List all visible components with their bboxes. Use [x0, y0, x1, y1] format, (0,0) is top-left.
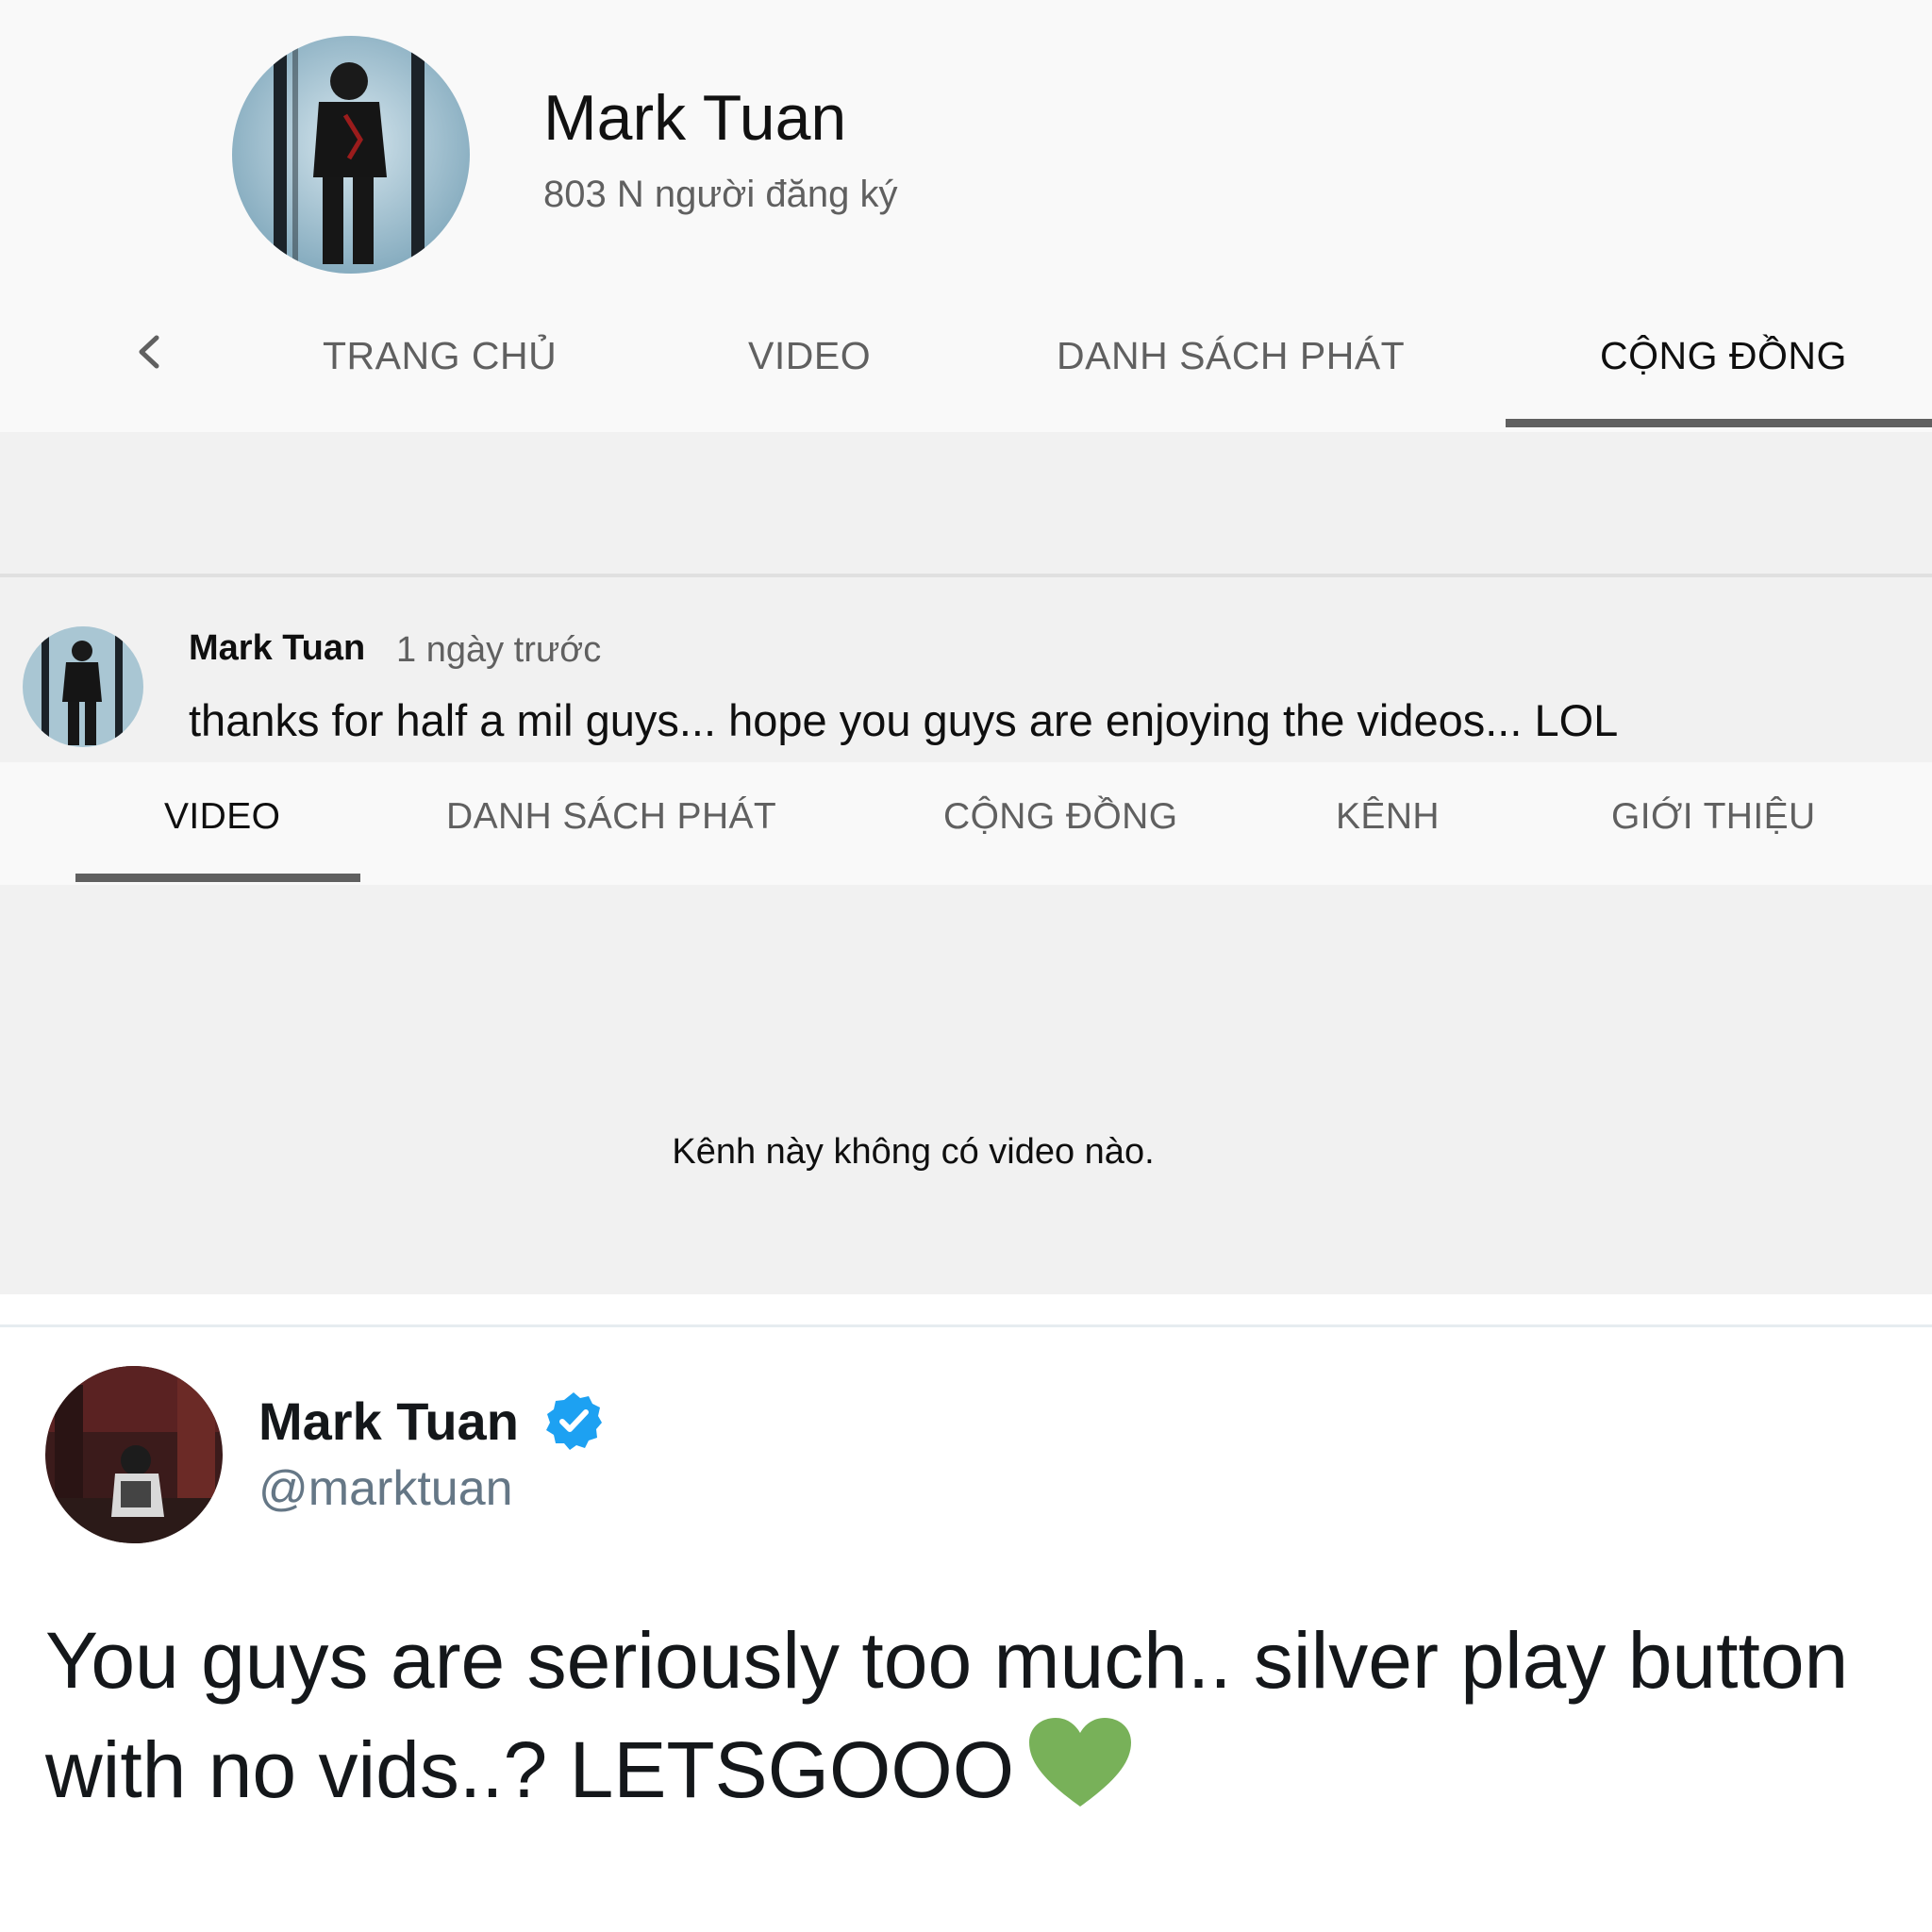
post-author-avatar[interactable]: [23, 626, 143, 747]
tab-videos[interactable]: VIDEO: [748, 334, 871, 378]
tab-videos-secondary[interactable]: VIDEO: [164, 796, 280, 838]
green-heart-icon: [1027, 1716, 1133, 1810]
tab-about-secondary[interactable]: GIỚI THIỆU: [1611, 796, 1816, 838]
active-tab-indicator: [1506, 419, 1932, 427]
divider: [0, 1324, 1932, 1327]
empty-state-message: Kênh này không có video nào.: [672, 1132, 1155, 1172]
active-tab-indicator-secondary: [75, 874, 360, 882]
spacer-area: [0, 432, 1932, 574]
tweet-text-line-2: with no vids..? LETSGOOO: [45, 1715, 1923, 1824]
tab-community-secondary[interactable]: CỘNG ĐỒNG: [943, 796, 1177, 838]
empty-state-area: [0, 885, 1932, 1294]
channel-name: Mark Tuan: [543, 82, 847, 154]
tweet-author-name[interactable]: Mark Tuan: [258, 1391, 519, 1452]
tab-channels-secondary[interactable]: KÊNH: [1336, 796, 1440, 838]
tweet-text-line-2-text: with no vids..? LETSGOOO: [45, 1725, 1015, 1814]
tweet-author-handle[interactable]: @marktuan: [258, 1460, 513, 1517]
post-author-name[interactable]: Mark Tuan: [189, 628, 365, 669]
tweet-text-line-1: You guys are seriously too much.. silver…: [45, 1616, 1849, 1705]
subscriber-count: 803 N người đăng ký: [543, 174, 898, 215]
tab-playlists[interactable]: DANH SÁCH PHÁT: [1057, 334, 1405, 378]
tab-playlists-secondary[interactable]: DANH SÁCH PHÁT: [446, 796, 776, 838]
verified-badge-icon: [543, 1391, 604, 1451]
tweet-text: You guys are seriously too much.. silver…: [45, 1606, 1923, 1824]
tab-home[interactable]: TRANG CHỦ: [323, 334, 557, 378]
channel-avatar[interactable]: [232, 36, 470, 274]
post-timestamp[interactable]: 1 ngày trước: [396, 630, 601, 671]
chevron-left-icon[interactable]: [128, 330, 172, 374]
tweet-author-avatar[interactable]: [45, 1366, 223, 1543]
post-text: thanks for half a mil guys... hope you g…: [189, 695, 1619, 745]
tab-community[interactable]: CỘNG ĐỒNG: [1600, 334, 1847, 378]
